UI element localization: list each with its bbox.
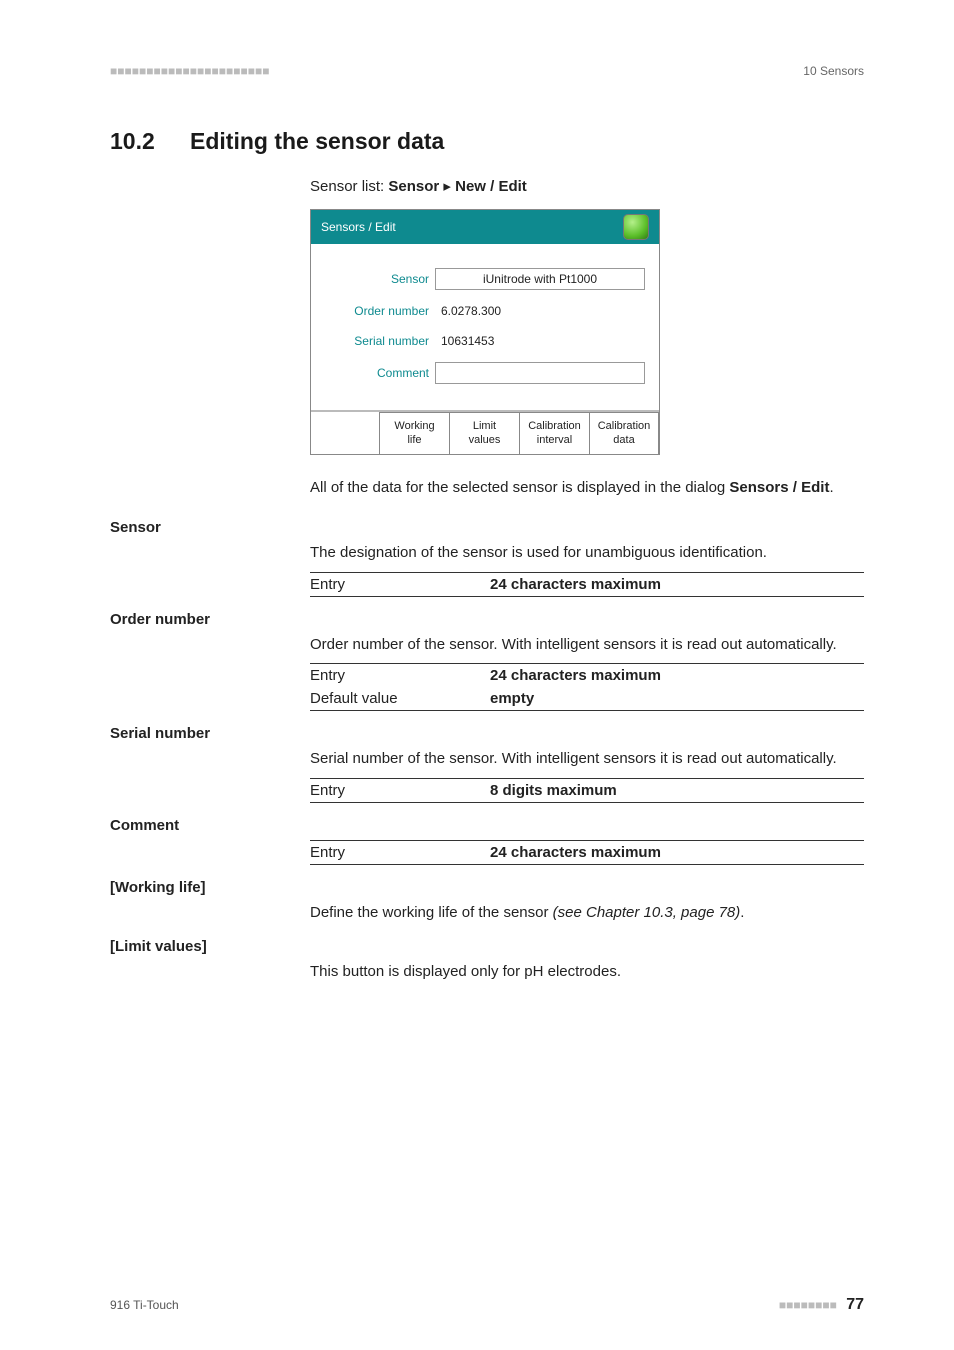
dialog-row-order: Order number 6.0278.300 <box>325 302 645 320</box>
table-row: Entry 24 characters maximum <box>310 573 864 596</box>
entry-val: 24 characters maximum <box>490 667 864 684</box>
table-row: Default value empty <box>310 687 864 710</box>
entry-val: 24 characters maximum <box>490 844 864 861</box>
calibration-data-button[interactable]: Calibration data <box>589 412 659 454</box>
footer-left: 916 Ti-Touch <box>110 1298 179 1312</box>
field-desc-working-life: Define the working life of the sensor (s… <box>310 902 864 924</box>
field-desc-limit-values: This button is displayed only for pH ele… <box>310 961 864 983</box>
dialog-footer-spacer <box>311 412 379 454</box>
page-footer: 916 Ti-Touch ■■■■■■■■ 77 <box>110 1296 864 1314</box>
header-dashes: ■■■■■■■■■■■■■■■■■■■■■■ <box>110 64 269 78</box>
entry-key: Entry <box>310 844 490 861</box>
field-desc-order: Order number of the sensor. With intelli… <box>310 634 864 656</box>
section-number: 10.2 <box>110 128 190 155</box>
field-block-sensor: Sensor The designation of the sensor is … <box>110 519 864 597</box>
section-title: Editing the sensor data <box>190 128 444 154</box>
dialog-label-comment: Comment <box>325 366 435 380</box>
page-header: ■■■■■■■■■■■■■■■■■■■■■■ 10 Sensors <box>110 64 864 78</box>
after-dialog-paragraph: All of the data for the selected sensor … <box>310 477 864 499</box>
field-desc-sensor: The designation of the sensor is used fo… <box>310 542 864 564</box>
field-block-serial: Serial number Serial number of the senso… <box>110 725 864 803</box>
dialog-label-sensor: Sensor <box>325 272 435 286</box>
working-life-label: Working life <box>394 420 434 446</box>
footer-right: ■■■■■■■■ 77 <box>779 1296 864 1314</box>
field-name-sensor: Sensor <box>110 519 864 536</box>
field-name-working-life: [Working life] <box>110 879 864 896</box>
field-table-sensor: Entry 24 characters maximum <box>310 572 864 597</box>
entry-key: Entry <box>310 667 490 684</box>
dialog-titlebar: Sensors / Edit <box>311 210 659 244</box>
limit-values-label: Limit values <box>469 420 501 446</box>
dialog-title-text: Sensors / Edit <box>321 220 396 234</box>
dialog-row-sensor: Sensor iUnitrode with Pt1000 <box>325 268 645 290</box>
table-row: Entry 24 characters maximum <box>310 664 864 687</box>
breadcrumb-prefix: Sensor list: <box>310 178 388 195</box>
field-table-comment: Entry 24 characters maximum <box>310 840 864 865</box>
para-text-c: . <box>829 479 833 496</box>
footer-page-number: 77 <box>846 1296 864 1313</box>
serial-number-value: 10631453 <box>435 332 645 350</box>
entry-key: Entry <box>310 576 490 593</box>
working-desc-a: Define the working life of the sensor <box>310 904 553 921</box>
dialog-body: Sensor iUnitrode with Pt1000 Order numbe… <box>311 244 659 410</box>
field-block-order: Order number Order number of the sensor.… <box>110 611 864 712</box>
header-chapter: 10 Sensors <box>803 64 864 78</box>
field-name-order: Order number <box>110 611 864 628</box>
working-desc-b: . <box>740 904 744 921</box>
field-name-comment: Comment <box>110 817 864 834</box>
calibration-interval-button[interactable]: Calibration interval <box>519 412 589 454</box>
order-number-value: 6.0278.300 <box>435 302 645 320</box>
para-text-a: All of the data for the selected sensor … <box>310 479 729 496</box>
field-table-order: Entry 24 characters maximum Default valu… <box>310 663 864 711</box>
field-block-limit-values: [Limit values] This button is displayed … <box>110 938 864 983</box>
working-desc-ref: (see Chapter 10.3, page 78) <box>553 904 741 921</box>
entry-val: 8 digits maximum <box>490 782 864 799</box>
field-table-serial: Entry 8 digits maximum <box>310 778 864 803</box>
field-desc-serial: Serial number of the sensor. With intell… <box>310 748 864 770</box>
default-key: Default value <box>310 690 490 707</box>
dialog-footer: Working life Limit values Calibration in… <box>311 410 659 454</box>
sensors-edit-dialog: Sensors / Edit Sensor iUnitrode with Pt1… <box>310 209 660 455</box>
entry-val: 24 characters maximum <box>490 576 864 593</box>
dialog-label-serial: Serial number <box>325 334 435 348</box>
breadcrumb-menu: Sensor <box>388 178 439 195</box>
field-name-limit-values: [Limit values] <box>110 938 864 955</box>
dialog-label-order: Order number <box>325 304 435 318</box>
dialog-row-comment: Comment <box>325 362 645 384</box>
entry-key: Entry <box>310 782 490 799</box>
field-name-serial: Serial number <box>110 725 864 742</box>
calibration-interval-label: Calibration interval <box>528 420 581 446</box>
breadcrumb-arrow: ▸ <box>439 178 455 195</box>
section-heading: 10.2Editing the sensor data <box>110 128 864 155</box>
para-bold: Sensors / Edit <box>729 479 829 496</box>
dialog-screenshot: Sensors / Edit Sensor iUnitrode with Pt1… <box>310 209 864 455</box>
field-block-working-life: [Working life] Define the working life o… <box>110 879 864 924</box>
limit-values-button[interactable]: Limit values <box>449 412 519 454</box>
comment-field[interactable] <box>435 362 645 384</box>
sensor-field[interactable]: iUnitrode with Pt1000 <box>435 268 645 290</box>
footer-dashes: ■■■■■■■■ <box>779 1298 837 1312</box>
breadcrumb-item: New / Edit <box>455 178 527 195</box>
default-val: empty <box>490 690 864 707</box>
working-life-button[interactable]: Working life <box>379 412 449 454</box>
table-row: Entry 8 digits maximum <box>310 779 864 802</box>
breadcrumb-line: Sensor list: Sensor ▸ New / Edit <box>310 177 864 195</box>
table-row: Entry 24 characters maximum <box>310 841 864 864</box>
calibration-data-label: Calibration data <box>598 420 651 446</box>
home-icon[interactable] <box>623 214 649 240</box>
field-block-comment: Comment Entry 24 characters maximum <box>110 817 864 865</box>
dialog-row-serial: Serial number 10631453 <box>325 332 645 350</box>
